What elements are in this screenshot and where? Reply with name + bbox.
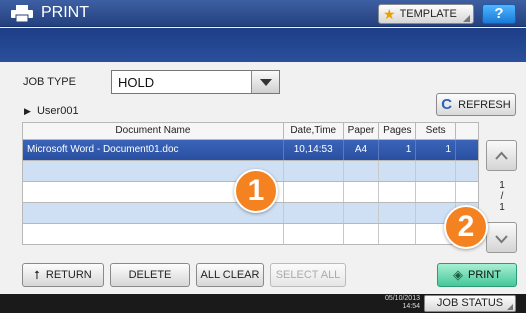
corner-arrow-icon [463,15,470,22]
chevron-down-icon [495,235,508,244]
triangle-right-icon: ▶ [24,106,31,116]
scroll-up-button[interactable] [486,140,517,171]
star-icon: ★ [383,5,396,22]
callout-1: 1 [234,169,278,213]
page-current: 1 [499,180,505,191]
current-time: 14:54 [402,303,420,310]
corner-arrow-icon [507,304,513,310]
column-paper: Paper [344,123,380,139]
refresh-icon: C [441,96,453,113]
select-all-button[interactable]: SELECT ALL [270,263,346,287]
delete-button[interactable]: DELETE [110,263,190,287]
refresh-label: REFRESH [458,98,511,111]
message-band [0,28,526,62]
help-button[interactable]: ? [482,4,516,24]
print-label: PRINT [468,269,501,281]
date-time-display: 05/10/2013 14:54 [355,295,420,311]
column-document-name: Document Name [23,123,284,139]
status-bar: 05/10/2013 14:54 JOB STATUS [0,294,526,313]
job-type-label: JOB TYPE [23,76,76,88]
print-screen: PRINT ★ TEMPLATE ? JOB TYPE HOLD ▶ User0… [0,0,526,313]
table-header: Document Name Date,Time Paper Pages Sets [22,122,479,140]
template-button[interactable]: ★ TEMPLATE [378,4,474,24]
cell-date-time: 10,14:53 [284,140,344,160]
printer-icon [11,5,33,22]
job-type-select[interactable]: HOLD [111,70,280,94]
scroll-down-button[interactable] [486,222,517,253]
cell-pages: 1 [379,140,417,160]
start-icon: ◈ [453,267,463,282]
user-name: User001 [36,105,79,117]
print-button[interactable]: ◈ PRINT [437,263,517,287]
cell-sets: 1 [416,140,457,160]
page-title: PRINT [41,4,89,21]
table-row-empty[interactable] [22,224,479,245]
all-clear-button[interactable]: ALL CLEAR [196,263,264,287]
callout-2: 2 [444,205,488,249]
chevron-up-icon [495,151,508,160]
page-indicator: 1 / 1 [494,180,510,213]
cell-document-name: Microsoft Word - Document01.doc [23,140,284,160]
job-status-button[interactable]: JOB STATUS [424,295,516,312]
page-total: 1 [499,202,505,213]
user-indicator: ▶ User001 [24,105,79,117]
job-type-value: HOLD [118,74,155,90]
table-row[interactable]: Microsoft Word - Document01.doc 10,14:53… [22,140,479,161]
column-sets: Sets [416,123,457,139]
column-pages: Pages [379,123,417,139]
template-label: TEMPLATE [399,8,457,20]
current-date: 05/10/2013 [384,295,420,302]
job-status-label: JOB STATUS [436,297,504,309]
cell-spacer [456,140,478,160]
column-spacer [456,123,478,139]
return-button[interactable]: ⭡ RETURN [22,263,104,287]
return-label: RETURN [45,269,92,281]
return-icon: ⭡ [34,267,40,282]
column-date-time: Date,Time [284,123,344,139]
page-separator: / [500,191,504,202]
cell-paper: A4 [344,140,380,160]
title-bar: PRINT ★ TEMPLATE ? [0,0,526,27]
chevron-down-icon[interactable] [251,71,279,93]
refresh-button[interactable]: C REFRESH [436,93,516,116]
